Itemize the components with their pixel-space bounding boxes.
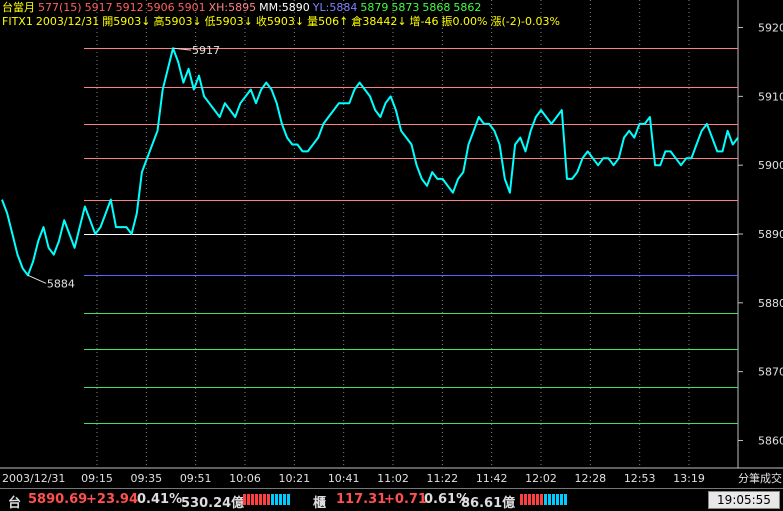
header-field: FITX1	[2, 15, 33, 28]
header-field: 收5903↓	[255, 15, 305, 28]
otc-breadth-bar	[520, 494, 567, 505]
quote-header-line1: 台當月 577(15) 5917 5912 5906 5901 XH:5895 MM:5890…	[2, 1, 484, 14]
header-field: 高5903↓	[153, 15, 202, 28]
x-tick-label: 12:02	[525, 472, 557, 485]
x-tick-label: 11:02	[377, 472, 409, 485]
y-tick-label: 5900	[758, 159, 783, 172]
header-field: 量506↑	[307, 15, 349, 28]
y-tick-label: 5860	[758, 434, 783, 447]
header-field: 5862	[453, 1, 482, 14]
otc-label: 櫃	[313, 496, 327, 511]
header-field: YL:5884	[312, 1, 358, 14]
chart-background	[0, 0, 783, 488]
otc-price: 117.31	[336, 492, 387, 507]
y-tick-label: 5890	[758, 228, 783, 241]
x-tick-label: 12:28	[574, 472, 606, 485]
y-tick-label: 5880	[758, 297, 783, 310]
y-tick-label: 5870	[758, 366, 783, 379]
header-field: 5868	[422, 1, 451, 14]
x-tick-label: 09:35	[130, 472, 162, 485]
header-field: 振0.00%	[441, 15, 488, 28]
x-tick-label: 10:06	[229, 472, 261, 485]
max-annotation-label: 5917	[192, 44, 220, 57]
taiex-change: +23.94	[86, 492, 139, 507]
date-label: 2003/12/31	[2, 472, 65, 485]
header-field: 5917	[84, 1, 113, 14]
x-tick-label: 10:41	[328, 472, 360, 485]
right-axis-label: 分筆成交	[738, 471, 782, 485]
taiex-label: 台	[8, 496, 22, 511]
x-tick-label: 09:51	[180, 472, 212, 485]
min-annotation-label: 5884	[47, 277, 75, 290]
header-field: MM:5890	[259, 1, 310, 14]
otc-amount: 86.61億	[461, 496, 516, 511]
market-status-bar: 台 5890.69 +23.94 0.41% 530.24億 櫃 117.31 …	[0, 488, 783, 511]
x-tick-label: 10:21	[278, 472, 310, 485]
intraday-price-chart[interactable]: 09:15 09:35 09:51 10:06 10:21 10:41 11:02 11:22…	[0, 0, 783, 488]
header-field: 5906	[146, 1, 175, 14]
taiex-price: 5890.69	[28, 492, 88, 507]
header-field: 倉38442↓	[351, 15, 407, 28]
header-field: 台當月	[2, 1, 35, 14]
x-tick-label: 11:42	[476, 472, 508, 485]
header-field: 5879	[360, 1, 389, 14]
clock: 19:05:55	[708, 491, 780, 509]
header-field: 5901	[177, 1, 206, 14]
otc-change: +0.71	[384, 492, 427, 507]
taiex-change-pct: 0.41%	[137, 492, 183, 507]
header-field: 5873	[391, 1, 420, 14]
x-tick-label: 13:19	[673, 472, 705, 485]
x-tick-label: 12:53	[624, 472, 656, 485]
x-tick-label: 11:22	[426, 472, 458, 485]
quote-header-line2: FITX1 2003/12/31 開5903↓ 高5903↓ 低5903↓ 收5903↓ 量…	[2, 15, 563, 28]
header-field: 577(15)	[38, 1, 82, 14]
header-field: 開5903↓	[102, 15, 151, 28]
taiex-amount: 530.24億	[181, 496, 245, 511]
header-field: 增-46	[409, 15, 439, 28]
y-tick-label: 5920	[758, 22, 783, 35]
y-tick-label: 5910	[758, 90, 783, 103]
header-field: 2003/12/31	[35, 15, 100, 28]
taiex-breadth-bar	[243, 494, 290, 505]
header-field: XH:5895	[208, 1, 257, 14]
header-field: 漲(-2)-0.03%	[490, 15, 560, 28]
header-field: 低5903↓	[204, 15, 253, 28]
x-tick-label: 09:15	[81, 472, 113, 485]
header-field: 5912	[115, 1, 144, 14]
